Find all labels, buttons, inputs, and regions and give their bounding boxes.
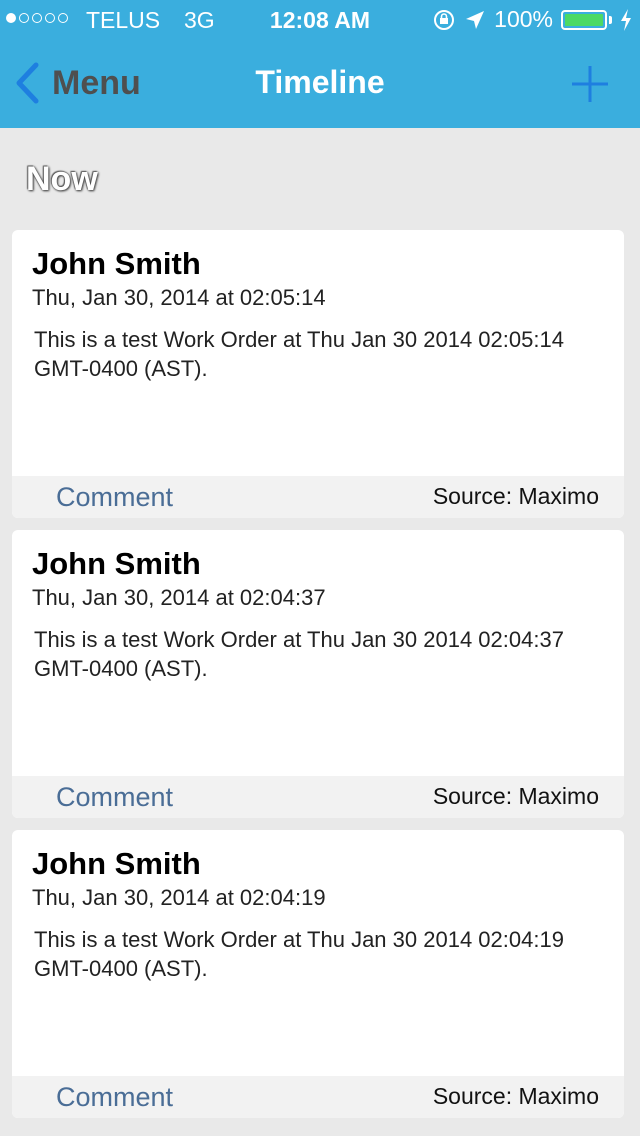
comment-button[interactable]: Comment [56, 782, 173, 813]
section-header: Now [26, 160, 98, 198]
author-name: John Smith [32, 546, 201, 581]
comment-button[interactable]: Comment [56, 482, 173, 513]
timeline-card[interactable]: John Smith Thu, Jan 30, 2014 at 02:05:14… [12, 230, 624, 518]
source-label: Source: Maximo [432, 783, 599, 809]
card-footer: Comment Source: Maximo [12, 1076, 624, 1118]
plus-icon [572, 66, 608, 102]
comment-button[interactable]: Comment [56, 1082, 173, 1113]
card-footer: Comment Source: Maximo [12, 776, 624, 818]
location-arrow-icon [466, 10, 485, 29]
rotation-lock-icon [434, 9, 455, 30]
card-footer: Comment Source: Maximo [12, 476, 624, 518]
charging-bolt-icon [621, 8, 631, 31]
add-button[interactable] [570, 64, 610, 104]
post-timestamp: Thu, Jan 30, 2014 at 02:04:19 [32, 885, 326, 910]
timeline-feed: John Smith Thu, Jan 30, 2014 at 02:05:14… [12, 230, 624, 1130]
post-timestamp: Thu, Jan 30, 2014 at 02:04:37 [32, 585, 326, 610]
source-label: Source: Maximo [432, 483, 599, 509]
timeline-card[interactable]: John Smith Thu, Jan 30, 2014 at 02:04:37… [12, 530, 624, 818]
post-timestamp: Thu, Jan 30, 2014 at 02:05:14 [32, 285, 326, 310]
battery-icon [561, 9, 607, 30]
navigation-bar: Menu Timeline [0, 40, 640, 128]
author-name: John Smith [32, 246, 201, 281]
battery-percentage: 100% [494, 6, 553, 32]
post-body: This is a test Work Order at Thu Jan 30 … [34, 327, 564, 381]
post-body: This is a test Work Order at Thu Jan 30 … [34, 927, 564, 981]
author-name: John Smith [32, 846, 201, 881]
status-bar: TELUS 3G 12:08 AM 100% [0, 0, 640, 40]
timeline-card[interactable]: John Smith Thu, Jan 30, 2014 at 02:04:19… [12, 830, 624, 1118]
page-title: Timeline [255, 64, 385, 100]
source-label: Source: Maximo [432, 1083, 599, 1109]
post-body: This is a test Work Order at Thu Jan 30 … [34, 627, 564, 681]
